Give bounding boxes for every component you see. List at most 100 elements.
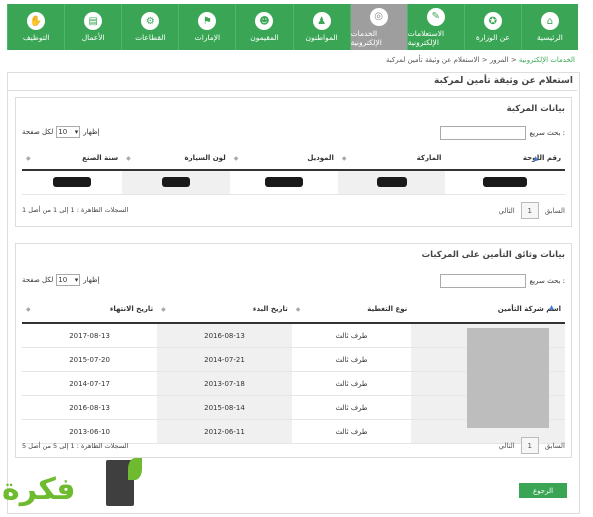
nav-business[interactable]: ▤ الأعمال (64, 4, 121, 50)
redaction-mark (376, 176, 407, 187)
next-link[interactable]: التالي (498, 207, 514, 215)
emirates-icon: ⚑ (198, 12, 217, 30)
page-size-select[interactable]: 10 ▾ (56, 274, 81, 286)
redaction-mark (53, 176, 92, 187)
page-number[interactable]: 1 (520, 437, 539, 454)
nav-employment[interactable]: ✋ التوظيف (7, 4, 64, 50)
col-model[interactable]: الموديل ◆ (229, 147, 338, 171)
nav-label: الاستعلامات الإلكترونية (407, 28, 445, 47)
redaction-mark (161, 176, 190, 187)
per-page-label: لكل صفحة (22, 276, 54, 284)
page-number[interactable]: 1 (520, 202, 539, 219)
end-date-cell: 2015-07-20 (22, 347, 158, 372)
end-date-cell: 2016-08-13 (22, 395, 158, 420)
chevron-down-icon: ▾ (74, 276, 79, 284)
insurance-search: بحث سريع : (440, 274, 565, 288)
col-label: لون السيارة (184, 154, 226, 162)
col-label: سنة الصنع (82, 154, 119, 162)
home-icon: ⌂ (540, 12, 559, 30)
breadcrumb-root[interactable]: الخدمات الإلكترونية (519, 56, 575, 64)
records-info: السجلات الظاهرة : 1 إلى 5 من أصل 5 (22, 442, 129, 450)
redacted-cell (22, 170, 123, 195)
redacted-cell (445, 170, 565, 195)
nav-label: الإمارات (194, 33, 221, 42)
per-page-label: لكل صفحة (22, 128, 54, 136)
col-company[interactable]: اسم شركة التأمين ▲ (411, 296, 565, 324)
page-title: استعلام عن وثيقة تأمين لمركبة (434, 76, 573, 86)
business-icon: ▤ (84, 12, 103, 30)
start-date-cell: 2013-07-18 (157, 371, 292, 396)
redaction-mark (264, 176, 303, 187)
nav-inquiries[interactable]: ✎ الاستعلامات الإلكترونية (406, 4, 464, 50)
col-color[interactable]: لون السيارة ◆ (122, 147, 230, 171)
residents-icon: ☻ (255, 12, 274, 30)
end-date-cell: 2017-08-13 (22, 323, 158, 348)
nav-label: الأعمال (81, 33, 105, 42)
start-date-cell: 2015-08-14 (157, 395, 292, 420)
col-start-date[interactable]: تاريخ البدء ◆ (157, 296, 292, 324)
return-button[interactable]: الرجوع (519, 483, 567, 498)
next-link[interactable]: التالي (498, 442, 514, 450)
end-date-cell: 2013-06-10 (22, 419, 158, 444)
pagination: السابق 1 التالي (498, 202, 565, 219)
nav-eservices[interactable]: ◎ الخدمات الإلكترونية (349, 4, 407, 50)
leaf-icon (128, 458, 142, 480)
coverage-cell: طرف ثالث (291, 419, 412, 444)
col-end-date[interactable]: تاريخ الانتهاء ◆ (22, 296, 158, 324)
pagination: السابق 1 التالي (498, 437, 565, 454)
col-plate[interactable]: رقم اللوحة ▲ (445, 147, 565, 171)
coverage-cell: طرف ثالث (291, 371, 412, 396)
sort-icon: ◆ (233, 155, 239, 162)
show-label: إظهار (83, 128, 100, 136)
coverage-cell: طرف ثالث (291, 323, 412, 348)
ministry-icon: ✪ (483, 12, 502, 30)
breadcrumb-separator: < (481, 56, 488, 64)
nav-home[interactable]: ⌂ الرئيسية (520, 4, 578, 50)
redacted-company-block (467, 328, 549, 428)
vehicle-search: بحث سريع : (440, 126, 565, 140)
end-date-cell: 2014-07-17 (22, 371, 158, 396)
table-row (22, 170, 565, 195)
breadcrumb: الخدمات الإلكترونية < المرور < الاستعلام… (386, 56, 575, 64)
nav-sectors[interactable]: ⚙ القطاعات (121, 4, 178, 50)
coverage-cell: طرف ثالث (291, 395, 412, 420)
col-coverage[interactable]: نوع التغطية ◆ (291, 296, 412, 324)
nav-citizens[interactable]: ♟ المواطنون (292, 4, 350, 50)
divider (8, 90, 577, 91)
nav-emirates[interactable]: ⚑ الإمارات (178, 4, 235, 50)
prev-link[interactable]: السابق (545, 207, 565, 215)
sort-asc-icon: ▲ (533, 155, 538, 162)
insurance-panel-title: بيانات وثائق التأمين على المركبات (421, 250, 565, 260)
col-label: نوع التغطية (367, 305, 408, 313)
insurance-search-input[interactable] (440, 274, 527, 288)
nav-label: عن الوزارة (475, 33, 510, 42)
vehicle-panel-title: بيانات المركبة (506, 104, 565, 114)
page-size-value: 10 (58, 128, 68, 136)
show-label: إظهار (83, 276, 100, 284)
breadcrumb-traffic[interactable]: المرور (490, 56, 509, 64)
redaction-mark (483, 176, 528, 187)
search-label: بحث سريع : (529, 129, 565, 137)
page-size-value: 10 (58, 276, 68, 284)
nav-label: التوظيف (22, 33, 50, 42)
nav-label: المواطنون (305, 33, 338, 42)
search-label: بحث سريع : (529, 277, 565, 285)
col-year[interactable]: سنة الصنع ◆ (22, 147, 123, 171)
redacted-cell (337, 170, 446, 195)
prev-link[interactable]: السابق (545, 442, 565, 450)
col-make[interactable]: الماركة ◆ (337, 147, 446, 171)
nav-residents[interactable]: ☻ المقيمون (235, 4, 292, 50)
nav-ministry[interactable]: ✪ عن الوزارة (463, 4, 521, 50)
sort-icon: ◆ (295, 306, 301, 313)
employment-icon: ✋ (27, 12, 46, 30)
sort-icon: ◆ (161, 306, 166, 313)
start-date-cell: 2012-06-11 (157, 419, 292, 444)
page-size-select[interactable]: 10 ▾ (56, 126, 81, 138)
col-label: الموديل (307, 154, 334, 162)
sort-icon: ◆ (126, 155, 131, 162)
insurance-page-length: لكل صفحة 10 ▾ إظهار (22, 274, 100, 286)
coverage-cell: طرف ثالث (291, 347, 412, 372)
nav-label: المقيمون (250, 33, 279, 42)
vehicle-search-input[interactable] (440, 126, 527, 140)
start-date-cell: 2014-07-21 (157, 347, 292, 372)
